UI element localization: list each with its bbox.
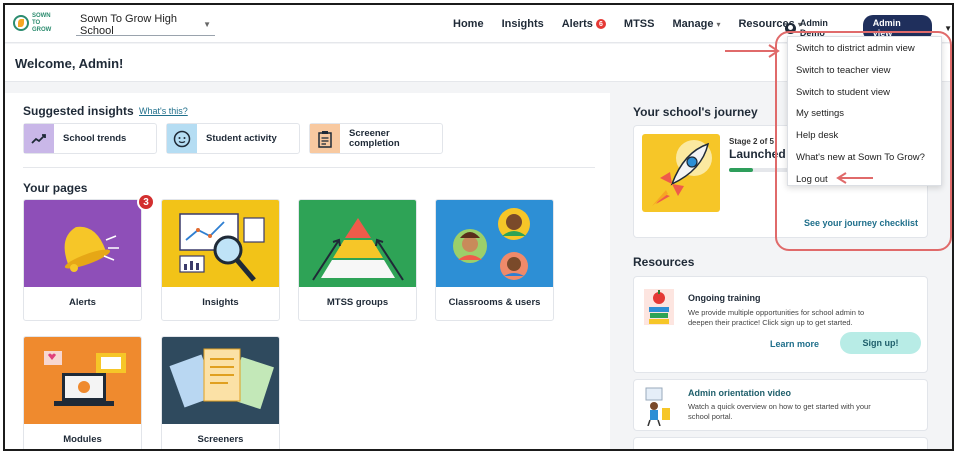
journey-progress-fill bbox=[729, 168, 753, 172]
card-label: Insights bbox=[202, 297, 239, 308]
trend-icon bbox=[24, 124, 54, 153]
journey-stage: Stage 2 of 5 bbox=[729, 137, 774, 146]
page-card-classrooms-users[interactable]: Classrooms & users bbox=[435, 199, 554, 321]
clipboard-icon bbox=[310, 124, 340, 153]
menu-whats-new[interactable]: What's new at Sown To Grow? bbox=[788, 146, 941, 168]
journey-checklist-link[interactable]: See your journey checklist bbox=[804, 218, 918, 228]
card-label: Screeners bbox=[197, 434, 244, 445]
insight-label: School trends bbox=[63, 133, 127, 144]
sign-up-button[interactable]: Sign up! bbox=[840, 332, 921, 354]
analytics-illustration bbox=[162, 200, 279, 287]
insight-label: Screener completion bbox=[349, 127, 400, 149]
journey-stage-name: Launched bbox=[729, 147, 786, 161]
resources-title: Resources bbox=[633, 255, 695, 269]
page-card-insights[interactable]: Insights bbox=[161, 199, 280, 321]
page-card-screeners[interactable]: Screeners bbox=[161, 336, 280, 449]
card-label: MTSS groups bbox=[326, 297, 389, 308]
page-card-modules[interactable]: Modules bbox=[23, 336, 142, 449]
documents-illustration bbox=[162, 337, 279, 424]
ongoing-training-card: Ongoing training We provide multiple opp… bbox=[633, 276, 928, 373]
chevron-down-icon: ▼ bbox=[203, 20, 211, 29]
pyramid-illustration bbox=[299, 200, 416, 287]
video-person-icon bbox=[642, 386, 674, 427]
logo-icon bbox=[13, 15, 29, 31]
nav-home[interactable]: Home bbox=[453, 18, 484, 30]
journey-progress-bar bbox=[729, 168, 789, 172]
journey-title: Your school's journey bbox=[633, 105, 758, 119]
alerts-count-badge: 6 bbox=[595, 19, 606, 29]
app-frame: SOWN TO GROW Sown To Grow High School ▼ … bbox=[3, 3, 954, 451]
card-label: Alerts bbox=[69, 297, 96, 308]
orientation-video-card[interactable]: Admin orientation video Watch a quick ov… bbox=[633, 379, 928, 431]
apple-books-icon bbox=[644, 289, 674, 325]
nav-mtss[interactable]: MTSS bbox=[624, 18, 655, 30]
menu-help-desk[interactable]: Help desk bbox=[788, 124, 941, 146]
insight-screener-completion[interactable]: Screener completion bbox=[309, 123, 443, 154]
menu-log-out[interactable]: Log out bbox=[788, 168, 941, 190]
chevron-down-icon: ▼ bbox=[944, 23, 952, 33]
insight-student-activity[interactable]: Student activity bbox=[166, 123, 300, 154]
insight-label: Student activity bbox=[206, 133, 277, 144]
school-selector[interactable]: Sown To Grow High School ▼ bbox=[76, 12, 215, 37]
page-card-alerts[interactable]: Alerts bbox=[23, 199, 142, 321]
nav-insights[interactable]: Insights bbox=[502, 18, 544, 30]
chevron-down-icon: ▾ bbox=[716, 19, 721, 29]
your-pages-title: Your pages bbox=[23, 181, 88, 195]
card-label: Classrooms & users bbox=[448, 297, 541, 308]
training-description: We provide multiple opportunities for sc… bbox=[688, 308, 865, 327]
user-name: Admin Demo bbox=[799, 18, 828, 38]
user-dropdown-menu: Switch to district admin view Switch to … bbox=[787, 36, 942, 186]
user-icon bbox=[785, 22, 796, 34]
alerts-count-badge: 3 bbox=[137, 193, 155, 211]
page-card-mtss-groups[interactable]: MTSS groups bbox=[298, 199, 417, 321]
logo-text-bottom: TO GROW bbox=[31, 19, 52, 33]
nav-alerts[interactable]: Alerts 6 bbox=[562, 18, 606, 30]
learn-more-link[interactable]: Learn more bbox=[770, 339, 819, 349]
bell-illustration bbox=[24, 200, 141, 287]
people-illustration bbox=[436, 200, 553, 287]
sown-to-grow-logo[interactable]: SOWN TO GROW bbox=[13, 12, 61, 34]
video-description: Watch a quick overview on how to get sta… bbox=[688, 402, 871, 421]
school-name: Sown To Grow High School bbox=[80, 12, 178, 37]
face-icon bbox=[167, 124, 197, 153]
suggested-insights-title: Suggested insights bbox=[23, 104, 134, 118]
whats-this-link[interactable]: What's this? bbox=[139, 106, 188, 116]
logo-text-top: SOWN bbox=[31, 12, 51, 19]
nav-manage[interactable]: Manage ▾ bbox=[672, 18, 720, 30]
menu-switch-district-admin[interactable]: Switch to district admin view bbox=[788, 37, 941, 59]
menu-switch-student[interactable]: Switch to student view bbox=[788, 81, 941, 103]
nav-links: Home Insights Alerts 6 MTSS Manage ▾ Resou… bbox=[453, 5, 820, 43]
insight-school-trends[interactable]: School trends bbox=[23, 123, 157, 154]
more-resources-card bbox=[633, 437, 928, 449]
training-title: Ongoing training bbox=[688, 293, 761, 303]
laptop-illustration bbox=[24, 337, 141, 424]
rocket-illustration bbox=[642, 134, 720, 212]
menu-switch-teacher[interactable]: Switch to teacher view bbox=[788, 59, 941, 81]
video-title: Admin orientation video bbox=[688, 388, 792, 398]
card-label: Modules bbox=[63, 434, 102, 445]
menu-my-settings[interactable]: My settings bbox=[788, 102, 941, 124]
section-divider bbox=[23, 167, 595, 168]
